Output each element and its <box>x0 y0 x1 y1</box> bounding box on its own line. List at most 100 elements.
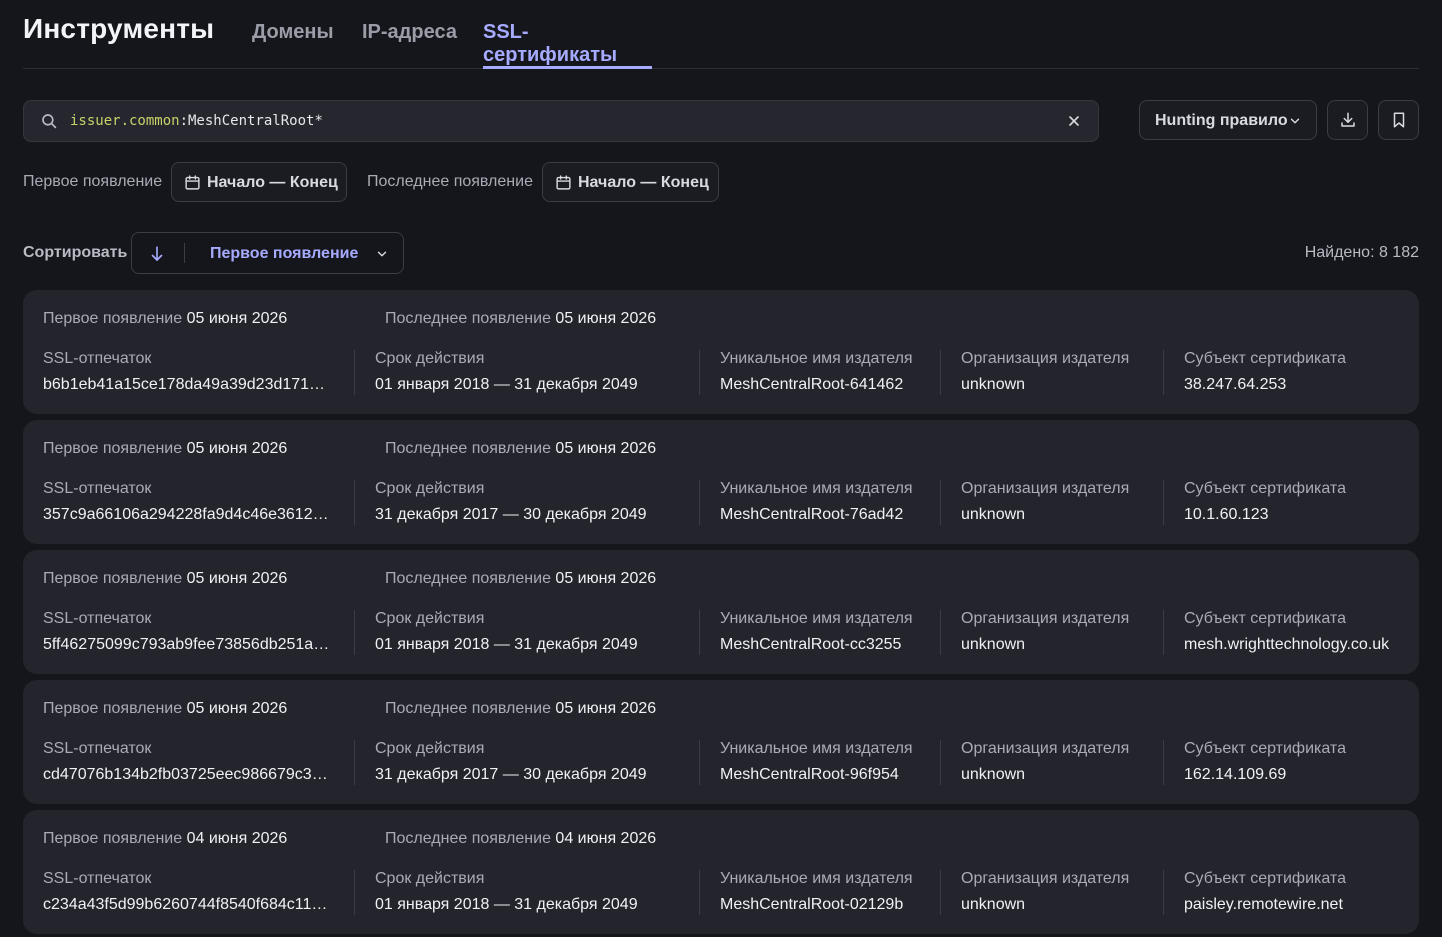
first-seen-date-value: Начало — Конец <box>207 174 338 191</box>
validity-value: 01 января 2018 — 31 декабря 2049 <box>375 896 638 913</box>
fingerprint-value[interactable]: c234a43f5d99b6260744f8540f684c11… <box>43 896 335 914</box>
issuer-org-field: Организация издателя unknown <box>961 480 1166 524</box>
column-divider <box>940 610 941 655</box>
first-seen: Первое появление 05 июня 2026 <box>43 440 287 458</box>
last-seen-label: Последнее появление <box>385 830 551 847</box>
search-input[interactable]: issuer.common:MeshCentralRoot* <box>23 100 1099 142</box>
issuer-org-field: Организация издателя unknown <box>961 350 1166 394</box>
column-divider <box>699 480 700 525</box>
subject-value[interactable]: 162.14.109.69 <box>1184 766 1412 784</box>
column-divider <box>1163 350 1164 395</box>
subject-field: Субъект сертификата mesh.wrighttechnology… <box>1184 610 1412 654</box>
issuer-cn-label: Уникальное имя издателя <box>720 350 913 367</box>
tab-ip-addresses[interactable]: IP-адреса <box>362 21 457 69</box>
fingerprint-value[interactable]: 5ff46275099c793ab9fee73856db251a… <box>43 636 335 654</box>
last-seen-filter-label: Последнее появление <box>367 173 533 190</box>
column-divider <box>354 610 355 655</box>
first-seen-value: 05 июня 2026 <box>186 440 288 457</box>
column-divider <box>940 350 941 395</box>
issuer-cn-value: MeshCentralRoot-02129b <box>720 896 904 913</box>
chevron-down-icon <box>1290 118 1300 124</box>
first-seen-value: 05 июня 2026 <box>186 570 288 587</box>
first-seen-label: Первое появление <box>43 310 183 327</box>
issuer-cn-value: MeshCentralRoot-96f954 <box>720 766 899 783</box>
last-seen: Последнее появление 04 июня 2026 <box>385 830 656 848</box>
sort-label: Сортировать <box>23 244 128 261</box>
fingerprint-field: SSL-отпечаток cd47076b134b2fb03725eec9866… <box>43 740 335 784</box>
fingerprint-field: SSL-отпечаток 357c9a66106a294228fa9d4c46e… <box>43 480 335 524</box>
close-icon[interactable] <box>1066 113 1082 129</box>
validity-value: 01 января 2018 — 31 декабря 2049 <box>375 636 638 653</box>
issuer-org-value: unknown <box>961 636 1026 653</box>
fingerprint-value[interactable]: 357c9a66106a294228fa9d4c46e3612… <box>43 506 335 524</box>
issuer-org-label: Организация издателя <box>961 740 1130 757</box>
sort-field-select[interactable]: Первое появление <box>210 245 358 263</box>
first-seen: Первое появление 04 июня 2026 <box>43 830 287 848</box>
chevron-down-icon[interactable] <box>375 247 389 261</box>
issuer-org-value: unknown <box>961 766 1026 783</box>
last-seen-label: Последнее появление <box>385 700 551 717</box>
last-seen-date-range[interactable]: Начало — Конец <box>542 162 719 202</box>
column-divider <box>940 740 941 785</box>
issuer-org-value: unknown <box>961 896 1026 913</box>
certificate-card[interactable]: Первое появление 05 июня 2026 Последнее … <box>23 420 1419 544</box>
first-seen-label: Первое появление <box>43 440 183 457</box>
certificate-card[interactable]: Первое появление 05 июня 2026 Последнее … <box>23 680 1419 804</box>
column-divider <box>699 610 700 655</box>
download-icon <box>1341 112 1355 127</box>
validity-value: 31 декабря 2017 — 30 декабря 2049 <box>375 506 647 523</box>
calendar-icon <box>185 175 200 190</box>
calendar-icon <box>556 175 571 190</box>
first-seen-label: Первое появление <box>43 570 183 587</box>
subject-field: Субъект сертификата 10.1.60.123 <box>1184 480 1412 524</box>
issuer-org-label: Организация издателя <box>961 610 1130 627</box>
search-query-value: :MeshCentralRoot* <box>179 113 323 129</box>
first-seen: Первое появление 05 июня 2026 <box>43 700 287 718</box>
arrow-down-icon[interactable] <box>148 245 166 263</box>
validity-label: Срок действия <box>375 740 485 757</box>
column-divider <box>940 480 941 525</box>
validity-field: Срок действия 31 декабря 2017 — 30 декабр… <box>375 480 695 524</box>
last-seen-value: 05 июня 2026 <box>555 440 657 457</box>
subject-label: Субъект сертификата <box>1184 480 1346 497</box>
first-seen-value: 05 июня 2026 <box>186 700 288 717</box>
certificate-card[interactable]: Первое появление 04 июня 2026 Последнее … <box>23 810 1419 934</box>
issuer-cn-field: Уникальное имя издателя MeshCentralRoot-9… <box>720 740 940 784</box>
validity-value: 31 декабря 2017 — 30 декабря 2049 <box>375 766 647 783</box>
tab-domains[interactable]: Домены <box>252 21 334 69</box>
last-seen-date-value: Начало — Конец <box>578 174 709 191</box>
last-seen: Последнее появление 05 июня 2026 <box>385 570 656 588</box>
tab-ssl-certificates[interactable]: SSL-сертификаты <box>483 21 652 69</box>
fingerprint-value[interactable]: cd47076b134b2fb03725eec986679c3… <box>43 766 335 784</box>
bookmark-button[interactable] <box>1378 100 1419 140</box>
last-seen-value: 05 июня 2026 <box>555 310 657 327</box>
subject-value[interactable]: 38.247.64.253 <box>1184 376 1412 394</box>
subject-value[interactable]: 10.1.60.123 <box>1184 506 1412 524</box>
validity-field: Срок действия 01 января 2018 — 31 декабря… <box>375 610 695 654</box>
validity-label: Срок действия <box>375 610 485 627</box>
subject-value[interactable]: paisley.remotewire.net <box>1184 896 1412 914</box>
download-button[interactable] <box>1327 100 1368 140</box>
subject-value[interactable]: mesh.wrighttechnology.co.uk <box>1184 636 1412 654</box>
sort-divider <box>184 243 185 263</box>
hunting-rule-button[interactable]: Hunting правило <box>1139 100 1317 140</box>
page-title: Инструменты <box>23 13 215 44</box>
fingerprint-field: SSL-отпечаток c234a43f5d99b6260744f8540f6… <box>43 870 335 914</box>
issuer-org-value: unknown <box>961 506 1026 523</box>
last-seen: Последнее появление 05 июня 2026 <box>385 310 656 328</box>
issuer-cn-label: Уникальное имя издателя <box>720 870 913 887</box>
certificate-card[interactable]: Первое появление 05 июня 2026 Последнее … <box>23 290 1419 414</box>
last-seen-value: 05 июня 2026 <box>555 700 657 717</box>
issuer-cn-value: MeshCentralRoot-cc3255 <box>720 636 902 653</box>
last-seen-value: 04 июня 2026 <box>555 830 657 847</box>
validity-field: Срок действия 31 декабря 2017 — 30 декабр… <box>375 740 695 784</box>
fingerprint-label: SSL-отпечаток <box>43 480 152 497</box>
first-seen-date-range[interactable]: Начало — Конец <box>171 162 347 202</box>
validity-field: Срок действия 01 января 2018 — 31 декабря… <box>375 870 695 914</box>
fingerprint-value[interactable]: b6b1eb41a15ce178da49a39d23d171… <box>43 376 335 394</box>
fingerprint-label: SSL-отпечаток <box>43 610 152 627</box>
certificate-card[interactable]: Первое появление 05 июня 2026 Последнее … <box>23 550 1419 674</box>
header: Инструменты Домены IP-адреса SSL-сертифи… <box>23 0 1419 69</box>
first-seen-label: Первое появление <box>43 700 183 717</box>
subject-field: Субъект сертификата 38.247.64.253 <box>1184 350 1412 394</box>
